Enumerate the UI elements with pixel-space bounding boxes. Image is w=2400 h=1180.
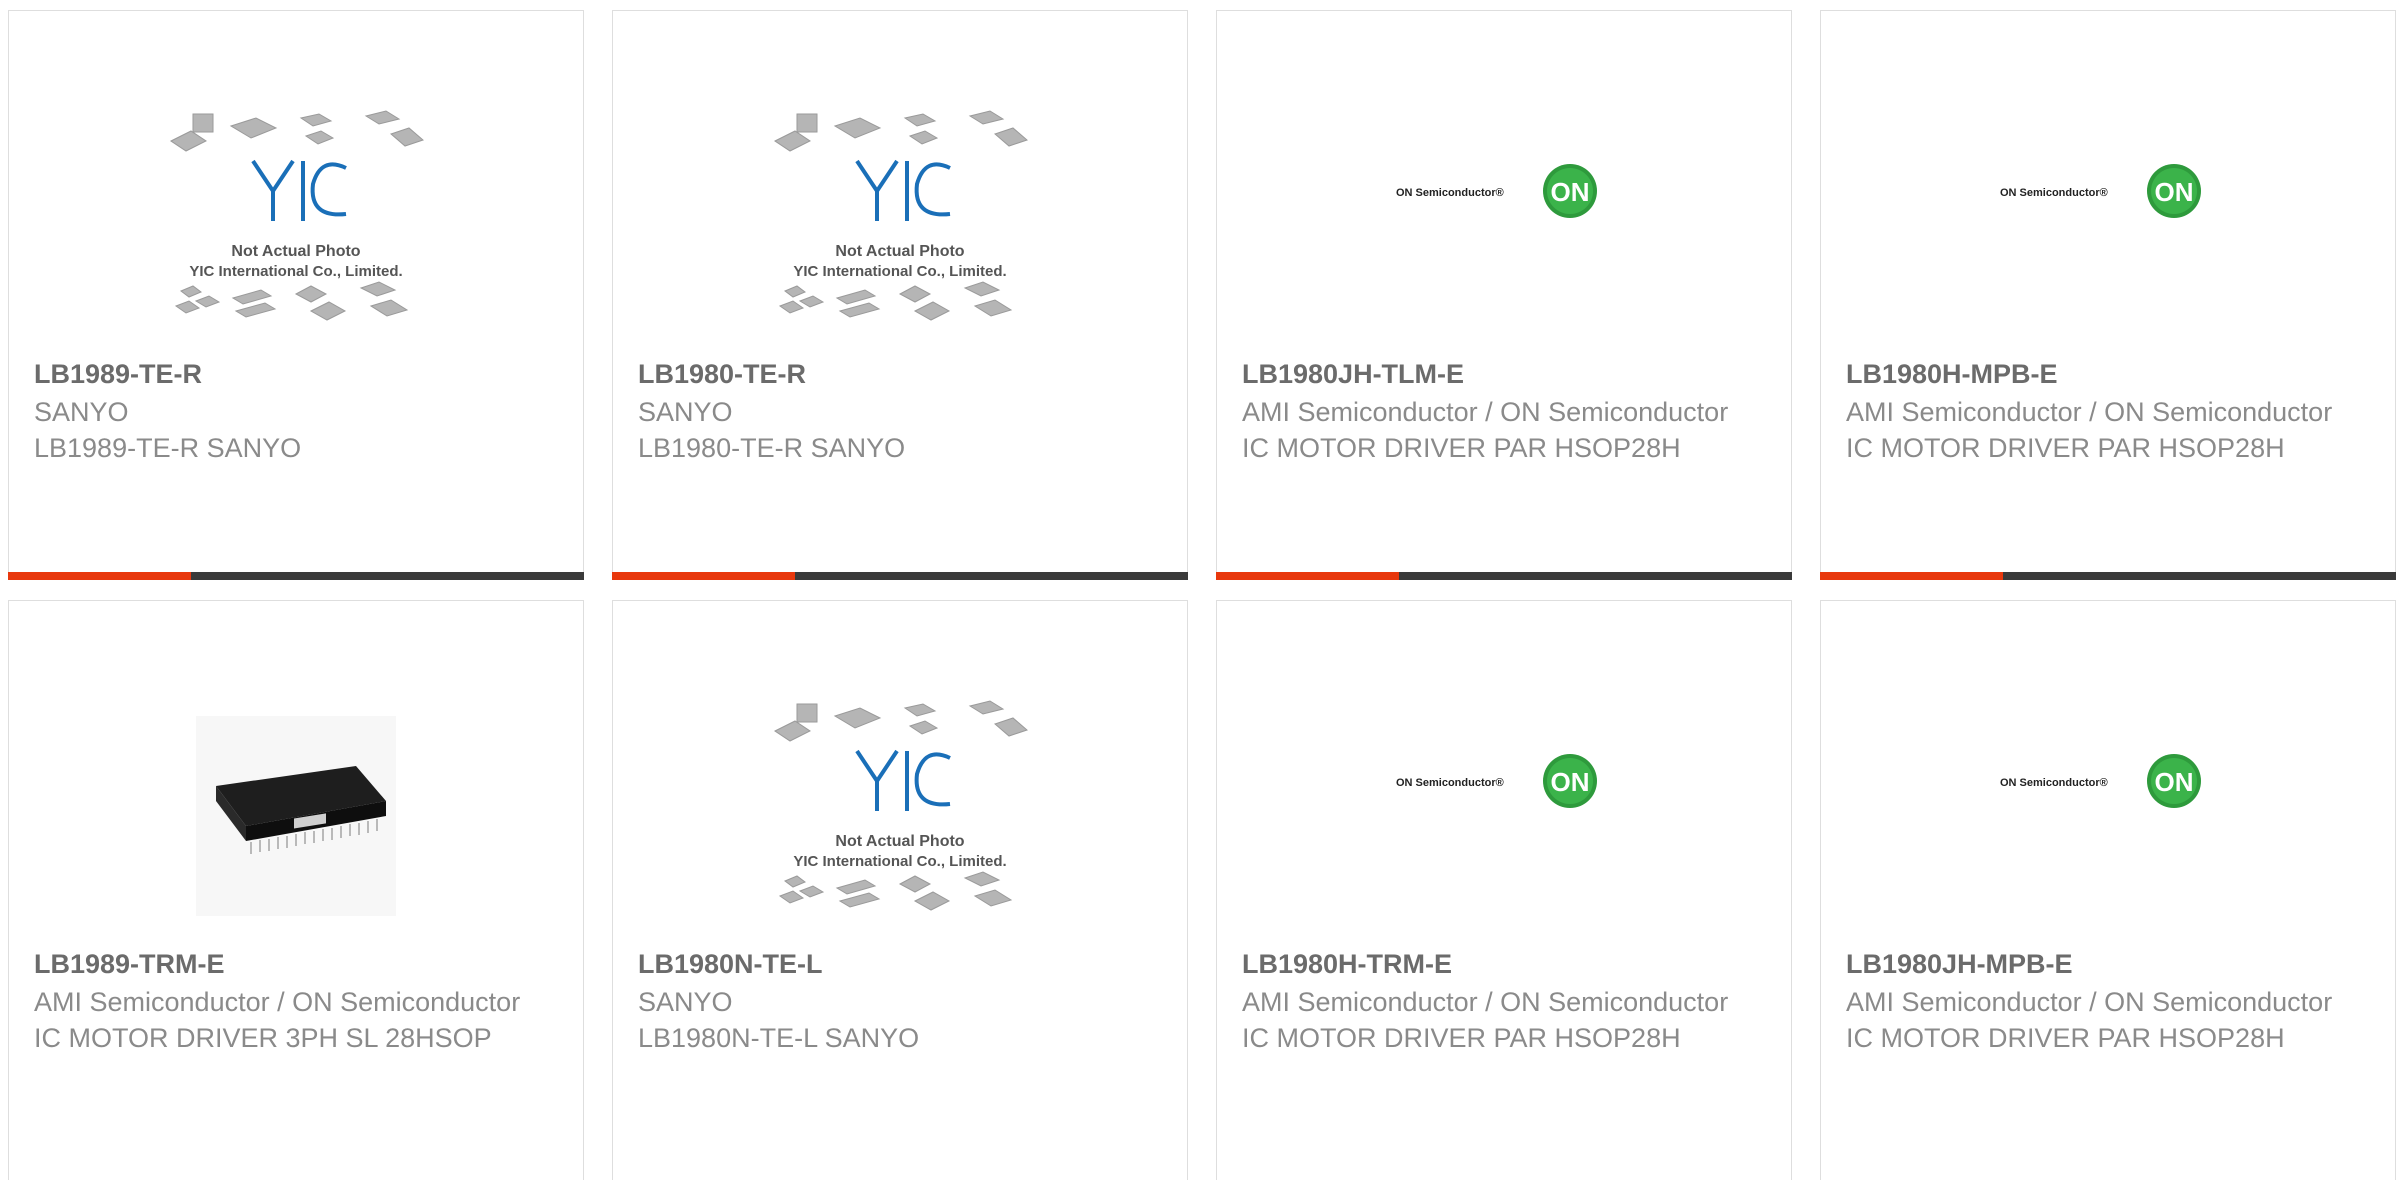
brand-wordmark: ON Semiconductor® bbox=[1396, 187, 1504, 199]
yic-placeholder-image: Not Actual Photo YIC International Co., … bbox=[170, 110, 424, 321]
description: IC MOTOR DRIVER PAR HSOP28H bbox=[1846, 1023, 2285, 1053]
card-accent-bar bbox=[612, 572, 1188, 580]
description: IC MOTOR DRIVER PAR HSOP28H bbox=[1846, 433, 2285, 463]
placeholder-caption-1: Not Actual Photo bbox=[231, 243, 360, 260]
manufacturer: AMI Semiconductor / ON Semiconductor bbox=[1242, 397, 1729, 427]
placeholder-caption-1: Not Actual Photo bbox=[835, 833, 964, 850]
on-semiconductor-logo: ON Semiconductor® ON bbox=[2000, 164, 2201, 218]
yic-placeholder-image: Not Actual Photo YIC International Co., … bbox=[774, 700, 1028, 911]
on-semiconductor-logo: ON Semiconductor® ON bbox=[1396, 754, 1597, 808]
brand-wordmark: ON Semiconductor® bbox=[2000, 777, 2108, 789]
card-accent-bar bbox=[8, 572, 584, 580]
part-number[interactable]: LB1989-TE-R bbox=[34, 356, 563, 392]
on-badge-icon: ON bbox=[2155, 177, 2194, 207]
product-card[interactable]: Not Actual Photo YIC International Co., … bbox=[612, 600, 1188, 1180]
description: IC MOTOR DRIVER PAR HSOP28H bbox=[1242, 433, 1681, 463]
yic-placeholder-image: Not Actual Photo YIC International Co., … bbox=[774, 110, 1028, 321]
placeholder-caption-1: Not Actual Photo bbox=[835, 243, 964, 260]
product-image[interactable]: Not Actual Photo YIC International Co., … bbox=[9, 81, 583, 371]
product-image[interactable]: ON Semiconductor® ON bbox=[1217, 671, 1791, 961]
product-card[interactable]: ON Semiconductor® ON LB1980H-MPB-E AMI S… bbox=[1820, 10, 2396, 580]
description: IC MOTOR DRIVER PAR HSOP28H bbox=[1242, 1023, 1681, 1053]
part-number[interactable]: LB1980JH-MPB-E bbox=[1846, 946, 2375, 982]
manufacturer: SANYO bbox=[638, 987, 733, 1017]
part-number[interactable]: LB1980H-TRM-E bbox=[1242, 946, 1771, 982]
on-semiconductor-logo: ON Semiconductor® ON bbox=[1396, 164, 1597, 218]
product-image[interactable]: ON Semiconductor® ON bbox=[1217, 81, 1791, 371]
manufacturer: AMI Semiconductor / ON Semiconductor bbox=[1846, 987, 2333, 1017]
description: IC MOTOR DRIVER 3PH SL 28HSOP bbox=[34, 1023, 492, 1053]
placeholder-caption-2: YIC International Co., Limited. bbox=[189, 263, 402, 280]
part-number[interactable]: LB1980H-MPB-E bbox=[1846, 356, 2375, 392]
card-accent-bar bbox=[1216, 572, 1792, 580]
brand-wordmark: ON Semiconductor® bbox=[2000, 187, 2108, 199]
product-image[interactable]: Not Actual Photo YIC International Co., … bbox=[613, 81, 1187, 371]
brand-wordmark: ON Semiconductor® bbox=[1396, 777, 1504, 789]
product-card[interactable]: ON Semiconductor® ON LB1980H-TRM-E AMI S… bbox=[1216, 600, 1792, 1180]
product-card[interactable]: Not Actual Photo YIC International Co., … bbox=[612, 10, 1188, 580]
manufacturer: AMI Semiconductor / ON Semiconductor bbox=[1242, 987, 1729, 1017]
manufacturer: AMI Semiconductor / ON Semiconductor bbox=[34, 987, 521, 1017]
part-number[interactable]: LB1980JH-TLM-E bbox=[1242, 356, 1771, 392]
part-number[interactable]: LB1989-TRM-E bbox=[34, 946, 563, 982]
description: LB1989-TE-R SANYO bbox=[34, 433, 302, 463]
product-image[interactable]: ON Semiconductor® ON bbox=[1821, 81, 2395, 371]
description: LB1980-TE-R SANYO bbox=[638, 433, 906, 463]
product-image[interactable] bbox=[9, 671, 583, 961]
product-image[interactable]: Not Actual Photo YIC International Co., … bbox=[613, 671, 1187, 961]
manufacturer: SANYO bbox=[34, 397, 129, 427]
on-semiconductor-logo: ON Semiconductor® ON bbox=[2000, 754, 2201, 808]
card-accent-bar bbox=[1820, 572, 2396, 580]
part-number[interactable]: LB1980-TE-R bbox=[638, 356, 1167, 392]
manufacturer: AMI Semiconductor / ON Semiconductor bbox=[1846, 397, 2333, 427]
manufacturer: SANYO bbox=[638, 397, 733, 427]
product-card[interactable]: ON Semiconductor® ON LB1980JH-TLM-E AMI … bbox=[1216, 10, 1792, 580]
product-card[interactable]: LB1989-TRM-E AMI Semiconductor / ON Semi… bbox=[8, 600, 584, 1180]
product-card[interactable]: Not Actual Photo YIC International Co., … bbox=[8, 10, 584, 580]
on-badge-icon: ON bbox=[1551, 177, 1590, 207]
product-card[interactable]: ON Semiconductor® ON LB1980JH-MPB-E AMI … bbox=[1820, 600, 2396, 1180]
chip-photo bbox=[196, 716, 396, 916]
on-badge-icon: ON bbox=[2155, 767, 2194, 797]
part-number[interactable]: LB1980N-TE-L bbox=[638, 946, 1167, 982]
on-badge-icon: ON bbox=[1551, 767, 1590, 797]
description: LB1980N-TE-L SANYO bbox=[638, 1023, 920, 1053]
product-image[interactable]: ON Semiconductor® ON bbox=[1821, 671, 2395, 961]
placeholder-caption-2: YIC International Co., Limited. bbox=[793, 263, 1006, 280]
placeholder-caption-2: YIC International Co., Limited. bbox=[793, 853, 1006, 870]
